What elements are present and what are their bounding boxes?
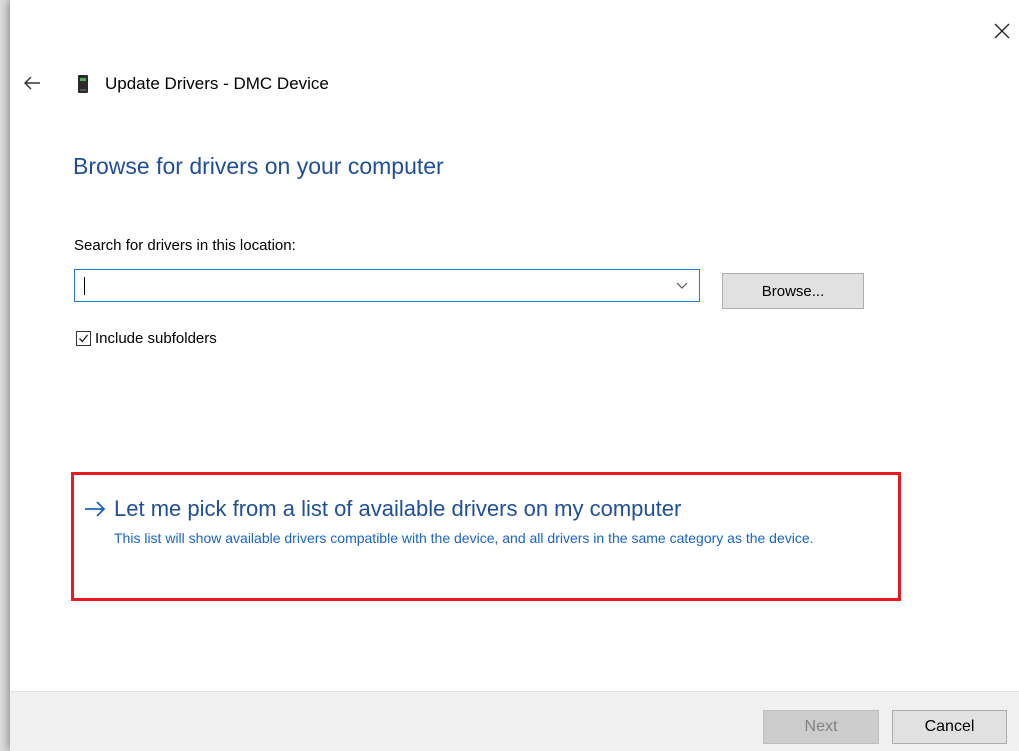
include-subfolders-checkbox[interactable]: Include subfolders (76, 328, 217, 348)
browse-button[interactable]: Browse... (722, 273, 864, 309)
close-icon (994, 23, 1010, 39)
path-dropdown-button[interactable] (667, 270, 699, 301)
device-icon (76, 75, 90, 93)
pick-from-list-title[interactable]: Let me pick from a list of available dri… (114, 494, 884, 524)
text-cursor (84, 277, 85, 295)
back-arrow-icon (24, 76, 40, 90)
checkbox-box[interactable] (76, 330, 91, 346)
update-drivers-window: Update Drivers - DMC Device Browse for d… (10, 0, 1019, 751)
search-location-label: Search for drivers in this location: (74, 237, 296, 254)
driver-path-input[interactable] (75, 270, 674, 301)
window-title: Update Drivers - DMC Device (105, 74, 329, 93)
driver-path-combobox[interactable] (74, 269, 700, 302)
next-button[interactable]: Next (763, 710, 879, 744)
cancel-button[interactable]: Cancel (892, 710, 1007, 744)
pick-from-list-description: This list will show available drivers co… (114, 530, 814, 546)
chevron-down-icon (676, 282, 688, 289)
page-heading: Browse for drivers on your computer (73, 153, 444, 179)
back-button[interactable] (23, 75, 41, 91)
include-subfolders-label: Include subfolders (95, 329, 217, 347)
checkmark-icon (79, 334, 89, 342)
close-button[interactable] (991, 20, 1013, 42)
right-arrow-icon (85, 501, 106, 517)
pick-from-list-link[interactable]: Let me pick from a list of available dri… (85, 494, 884, 548)
dialog-footer: Next Cancel (10, 691, 1019, 751)
